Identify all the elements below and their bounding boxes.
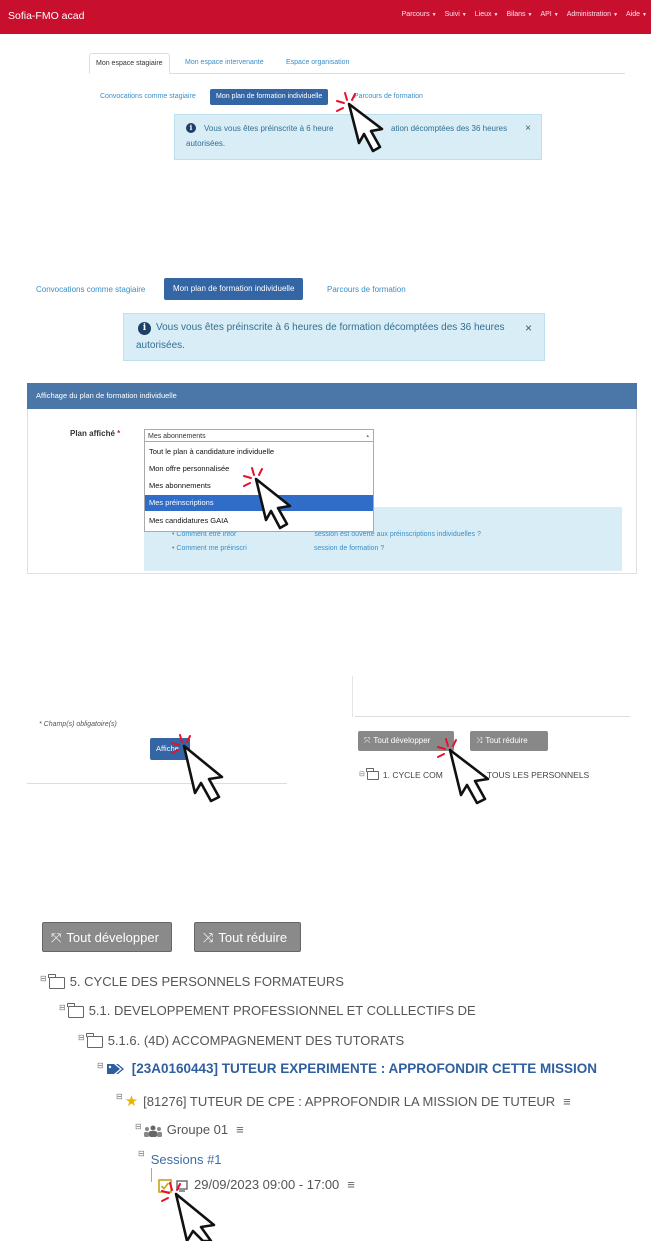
- folder-icon: [48, 973, 65, 989]
- menu-bilans[interactable]: Bilans ▼: [506, 11, 532, 18]
- menu-parcours[interactable]: Parcours ▼: [402, 11, 437, 18]
- info-icon: i: [138, 322, 151, 335]
- chevron-down-icon: ▼: [642, 12, 647, 18]
- alert-text-line2: autorisées.: [136, 340, 185, 351]
- folder-icon: [86, 1032, 103, 1048]
- tab-mon-espace-intervenante[interactable]: Mon espace intervenante: [179, 53, 270, 72]
- menu-icon[interactable]: ≡: [347, 1177, 355, 1192]
- expand-icon: ⤧: [51, 930, 62, 945]
- pointer-cursor-icon: [336, 92, 384, 153]
- chevron-down-icon: ▼: [527, 12, 533, 18]
- tags-icon: [106, 1064, 124, 1075]
- select-value: Mes abonnements: [148, 433, 206, 440]
- alert-text-line2: autorisées.: [186, 139, 226, 148]
- folder-icon: [67, 1002, 84, 1018]
- chevron-down-icon: ▼: [613, 12, 619, 18]
- menu-suivi[interactable]: Suivi ▼: [445, 11, 467, 18]
- chevron-down-icon: ▼: [431, 12, 437, 18]
- required-note: * Champ(s) obligatoire(s): [39, 721, 117, 728]
- collapse-all-button-large[interactable]: ⤨ Tout réduire: [194, 922, 301, 952]
- star-icon: ★: [124, 1093, 139, 1110]
- expand-icon: ⤧: [364, 736, 371, 745]
- info-icon: i: [186, 123, 196, 133]
- tree-node-accompagnement[interactable]: ⊟ 5.1.6. (4D) ACCOMPAGNEMENT DES TUTORATS: [78, 1032, 404, 1048]
- chevron-down-icon: ▼: [461, 12, 467, 18]
- menu-api[interactable]: API ▼: [540, 11, 558, 18]
- collapse-toggle-icon[interactable]: ⊟: [40, 974, 47, 983]
- subtab-convocations[interactable]: Convocations comme stagiaire: [94, 89, 202, 105]
- collapse-toggle-icon[interactable]: ⊟: [116, 1092, 123, 1101]
- collapse-toggle-icon[interactable]: ⊟: [59, 1003, 66, 1012]
- tree-node-sessions[interactable]: ⊟ Sessions #1: [138, 1149, 222, 1167]
- collapse-toggle-icon[interactable]: ⊟: [359, 770, 365, 778]
- tree-node-developpement[interactable]: ⊟ 5.1. DEVELOPPEMENT PROFESSIONNEL ET COL…: [59, 1002, 476, 1018]
- option-tout-le-plan[interactable]: Tout le plan à candidature individuelle: [145, 444, 373, 460]
- panel-header: Affichage du plan de formation individue…: [27, 383, 637, 409]
- top-navbar: Sofia-FMO acad Parcours ▼ Suivi ▼ Lieux ▼ B…: [0, 0, 651, 34]
- chevron-down-icon: ▼: [493, 12, 499, 18]
- menu-icon[interactable]: ≡: [563, 1094, 571, 1109]
- chevron-down-icon: ▼: [553, 12, 559, 18]
- tree-node-groupe[interactable]: ⊟ Groupe 01 ≡: [135, 1122, 244, 1137]
- tab-mon-espace-stagiaire[interactable]: Mon espace stagiaire: [89, 53, 170, 74]
- close-icon[interactable]: ×: [525, 321, 532, 335]
- subtab-mon-plan[interactable]: Mon plan de formation individuelle: [210, 89, 329, 105]
- folder-icon: [366, 768, 379, 781]
- plan-label: Plan affiché *: [70, 429, 121, 438]
- pointer-cursor-icon: [243, 467, 292, 530]
- tree-node-offre[interactable]: ⊟ ★ [81276] TUTEUR DE CPE : APPROFONDIR LA…: [116, 1092, 571, 1110]
- collapse-toggle-icon[interactable]: ⊟: [138, 1149, 145, 1158]
- app-brand[interactable]: Sofia-FMO acad: [8, 10, 84, 22]
- menu-administration[interactable]: Administration ▼: [567, 11, 618, 18]
- users-icon: [143, 1125, 162, 1137]
- collapse-toggle-icon[interactable]: ⊟: [78, 1033, 85, 1042]
- subtab-mon-plan-2[interactable]: Mon plan de formation individuelle: [164, 278, 304, 300]
- info-alert-2: i Vous vous êtes préinscrite à 6 heures …: [123, 313, 545, 361]
- required-mark: *: [117, 429, 121, 438]
- pointer-cursor-icon: [437, 738, 490, 805]
- alert-text-part1: Vous vous êtes préinscrite à 6 heure: [204, 124, 334, 133]
- expand-all-button-large[interactable]: ⤧ Tout développer: [42, 922, 172, 952]
- alert-text-part2: ation décomptées des 36 heures: [391, 124, 508, 133]
- alert-text: Vous vous êtes préinscrite à 6 heures de…: [156, 322, 505, 333]
- plan-select[interactable]: Mes abonnements ▴: [144, 429, 374, 442]
- main-menu: Parcours ▼ Suivi ▼ Lieux ▼ Bilans ▼ API ▼ Adm…: [402, 11, 647, 18]
- close-icon[interactable]: ×: [525, 123, 531, 134]
- collapse-toggle-icon[interactable]: ⊟: [97, 1061, 104, 1070]
- subtab-convocations-2[interactable]: Convocations comme stagiaire: [30, 281, 151, 299]
- space-tabs: Mon espace stagiaire Mon espace interven…: [89, 53, 625, 74]
- help-link-1[interactable]: • Comment être infor session est ouverte …: [172, 531, 481, 538]
- tree-node-module[interactable]: ⊟ [23A0160443] TUTEUR EXPERIMENTE : APPRO…: [97, 1061, 597, 1076]
- menu-aide[interactable]: Aide ▼: [626, 11, 647, 18]
- help-link-2[interactable]: • Comment me préinscri session de formati…: [172, 545, 384, 552]
- pointer-cursor-icon: [161, 1182, 216, 1241]
- tree-node-cycle[interactable]: ⊟ 5. CYCLE DES PERSONNELS FORMATEURS: [40, 973, 344, 989]
- menu-lieux[interactable]: Lieux ▼: [475, 11, 499, 18]
- collapse-icon: ⤨: [203, 930, 214, 945]
- subtab-parcours-2[interactable]: Parcours de formation: [321, 281, 412, 299]
- menu-icon[interactable]: ≡: [236, 1122, 244, 1137]
- tab-espace-organisation[interactable]: Espace organisation: [280, 53, 355, 72]
- collapse-toggle-icon[interactable]: ⊟: [135, 1122, 142, 1131]
- pointer-cursor-icon: [171, 734, 224, 803]
